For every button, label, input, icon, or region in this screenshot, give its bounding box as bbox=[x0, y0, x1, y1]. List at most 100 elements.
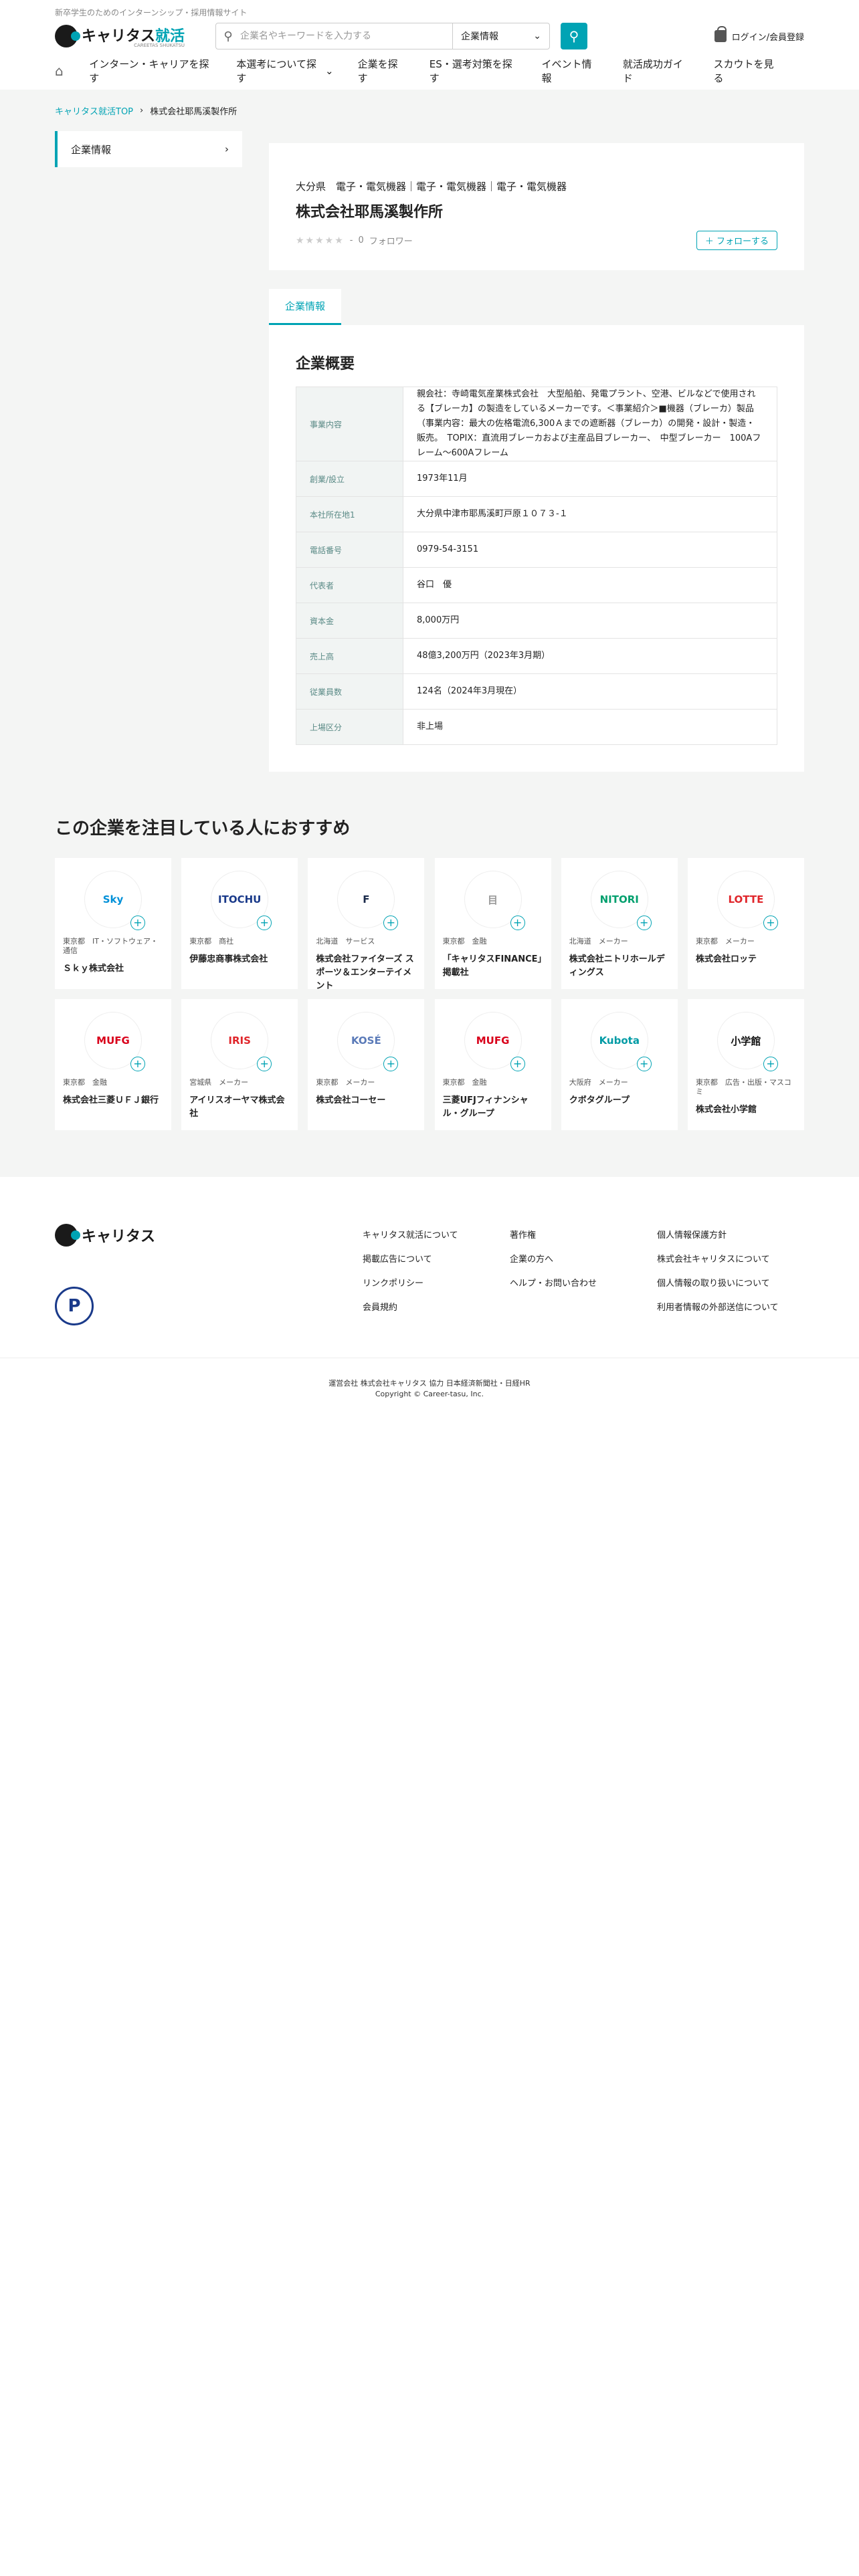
company-name: 株式会社小学館 bbox=[695, 1105, 757, 1115]
company-logo-text: KOSÉ bbox=[351, 1035, 381, 1047]
footer-link[interactable]: 個人情報保護方針 bbox=[657, 1224, 804, 1248]
company-logo-text: Kubota bbox=[599, 1035, 640, 1047]
home-icon[interactable]: ⌂ bbox=[55, 63, 89, 79]
table-row: 電話番号 0979-54-3151 bbox=[296, 532, 777, 568]
company-logo-text: F bbox=[363, 893, 370, 905]
table-row: 売上高 48億3,200万円（2023年3月期） bbox=[296, 638, 777, 674]
company-card[interactable]: ITOCHU + 東京都 商社 伊藤忠商事株式会社 bbox=[181, 858, 298, 989]
company-logo: 小学館 + bbox=[717, 1012, 778, 1071]
tab-company-info[interactable]: 企業情報 bbox=[269, 289, 342, 325]
company-logo: LOTTE + bbox=[717, 871, 778, 930]
search-button[interactable]: ⚲ bbox=[561, 23, 587, 49]
plus-icon[interactable]: + bbox=[636, 1057, 652, 1071]
company-logo-text: MUFG bbox=[96, 1035, 130, 1047]
search-type-select[interactable]: 企業情報 ⌄ bbox=[452, 23, 549, 49]
privacy-mark-icon: P bbox=[55, 1287, 94, 1325]
site-footer: キャリタス P キャリタス就活について 掲載広告について リンクポリシー 会員規… bbox=[0, 1177, 859, 1400]
recommend-cards: Sky + 東京都 IT・ソフトウェア・通信 Ｓｋｙ株式会社 ITOCHU + 東京都 商社… bbox=[55, 858, 804, 1130]
company-name: クボタグループ bbox=[569, 1095, 630, 1105]
nav-item-selection[interactable]: 本選考について探す ⌄ bbox=[236, 57, 333, 85]
company-logo: NITORI + bbox=[591, 871, 652, 930]
follow-button[interactable]: ＋ フォローする bbox=[696, 231, 777, 250]
plus-icon[interactable]: + bbox=[383, 1057, 399, 1071]
company-meta: 東京都 広告・出版・マスコミ bbox=[695, 1078, 791, 1096]
company-meta: 大阪府 メーカー bbox=[569, 1078, 628, 1087]
global-nav: ⌂ インターン・キャリアを探す 本選考について探す ⌄ 企業を探す ES・選考対策… bbox=[55, 52, 804, 90]
logo-mark-icon bbox=[55, 1224, 80, 1247]
company-card[interactable]: MUFG + 東京都 金融 三菱UFJフィナンシャル・グループ bbox=[434, 999, 551, 1130]
footer-link[interactable]: リンクポリシー bbox=[363, 1272, 510, 1296]
company-card[interactable]: KOSÉ + 東京都 メーカー株式会社コーセー bbox=[308, 999, 425, 1130]
company-header-card: 大分県 電子・電気機器｜電子・電気機器｜電子・電気機器 株式会社耶馬溪製作所 ★… bbox=[269, 143, 804, 270]
plus-icon[interactable]: + bbox=[257, 916, 272, 930]
company-name: 株式会社コーセー bbox=[316, 1095, 386, 1105]
plus-icon[interactable]: + bbox=[763, 1057, 778, 1071]
footer-bottom: 運営会社 株式会社キャリタス 協力 日本経済新聞社・日経HR Copyright… bbox=[0, 1358, 859, 1400]
company-name: アイリスオーヤマ株式会社 bbox=[189, 1095, 285, 1119]
footer-link[interactable]: 利用者情報の外部送信について bbox=[657, 1296, 804, 1320]
table-row: 事業内容 親会社：寺崎電気産業株式会社 大型船舶、発電プラント、空港、ビルなどで使… bbox=[296, 387, 777, 461]
plus-icon[interactable]: + bbox=[763, 916, 778, 930]
company-card[interactable]: Sky + 東京都 IT・ソフトウェア・通信 Ｓｋｙ株式会社 bbox=[55, 858, 171, 989]
company-logo: MUFG + bbox=[85, 1012, 145, 1071]
sidebar-item-company-info[interactable]: 企業情報 › bbox=[55, 131, 242, 167]
chevron-down-icon: ⌄ bbox=[325, 65, 334, 77]
site-logo[interactable]: キャリタス就活 CAREETAS SHUKATSU bbox=[55, 24, 202, 48]
login-link[interactable]: ログイン/会員登録 bbox=[714, 26, 804, 43]
nav-item-companies[interactable]: 企業を探す bbox=[358, 57, 405, 85]
company-card[interactable]: Kubota + 大阪府 メーカー クボタグループ bbox=[561, 999, 678, 1130]
search-icon: ⚲ bbox=[223, 29, 233, 43]
search-input[interactable] bbox=[240, 31, 452, 41]
operator-text: 運営会社 株式会社キャリタス 協力 日本経済新聞社・日経HR bbox=[328, 1379, 531, 1388]
footer-link[interactable]: 株式会社キャリタスについて bbox=[657, 1248, 804, 1272]
footer-link[interactable]: 個人情報の取り扱いについて bbox=[657, 1272, 804, 1296]
chevron-right-icon: › bbox=[225, 143, 229, 155]
footer-link[interactable]: 会員規約 bbox=[363, 1296, 510, 1320]
company-meta: 宮城県 メーカー bbox=[189, 1078, 249, 1087]
plus-icon[interactable]: + bbox=[257, 1057, 272, 1071]
footer-link[interactable]: ヘルプ・お問い合わせ bbox=[510, 1272, 657, 1296]
table-row: 従業員数 124名（2024年3月現在） bbox=[296, 673, 777, 710]
company-meta: 東京都 金融 bbox=[63, 1078, 107, 1087]
chevron-down-icon: ⌄ bbox=[533, 31, 541, 41]
footer-link[interactable]: 掲載広告について bbox=[363, 1248, 510, 1272]
company-logo-text: NITORI bbox=[599, 893, 639, 905]
company-card[interactable]: 小学館 + 東京都 広告・出版・マスコミ株式会社小学館 bbox=[687, 999, 804, 1130]
table-row: 代表者 谷口 優 bbox=[296, 567, 777, 603]
footer-link[interactable]: 著作権 bbox=[510, 1224, 657, 1248]
company-card[interactable]: F + 北海道 サービス 株式会社ファイターズ スポーツ＆エンターテイメント bbox=[308, 858, 425, 991]
footer-link[interactable]: 企業の方へ bbox=[510, 1248, 657, 1272]
nav-item-es[interactable]: ES・選考対策を探す bbox=[430, 57, 518, 85]
company-meta: 東京都 メーカー bbox=[695, 937, 755, 946]
logo-mark-icon bbox=[55, 25, 80, 47]
company-card[interactable]: MUFG + 東京都 金融 株式会社三菱ＵＦＪ銀行 bbox=[55, 999, 171, 1130]
footer-col-2: 著作権 企業の方へ ヘルプ・お問い合わせ bbox=[510, 1224, 657, 1325]
footer-logo[interactable]: キャリタス bbox=[55, 1224, 202, 1247]
recommend-title: この企業を注目している人におすすめ bbox=[55, 819, 351, 839]
company-card[interactable]: NITORI + 北海道 メーカー 株式会社ニトリホールディングス bbox=[561, 858, 678, 989]
company-category: 大分県 電子・電気機器｜電子・電気機器｜電子・電気機器 bbox=[296, 181, 567, 193]
company-logo: KOSÉ + bbox=[338, 1012, 399, 1071]
plus-icon[interactable]: + bbox=[383, 916, 399, 930]
plus-icon[interactable]: + bbox=[130, 916, 145, 930]
company-name: 「キャリタスFINANCE」掲載社 bbox=[442, 954, 543, 978]
company-name: 株式会社ロッテ bbox=[695, 954, 757, 964]
company-meta: 東京都 メーカー bbox=[316, 1078, 375, 1087]
company-meta: 東京都 金融 bbox=[442, 937, 487, 946]
nav-item-guide[interactable]: 就活成功ガイド bbox=[623, 57, 690, 85]
company-card[interactable]: IRIS + 宮城県 メーカー アイリスオーヤマ株式会社 bbox=[181, 999, 298, 1130]
company-card[interactable]: 目 + 東京都 金融 「キャリタスFINANCE」掲載社 bbox=[434, 858, 551, 989]
plus-icon[interactable]: + bbox=[510, 916, 525, 930]
nav-item-events[interactable]: イベント情報 bbox=[542, 57, 599, 85]
plus-icon[interactable]: + bbox=[130, 1057, 145, 1071]
plus-icon[interactable]: + bbox=[510, 1057, 525, 1071]
plus-icon[interactable]: + bbox=[636, 916, 652, 930]
breadcrumb-top-link[interactable]: キャリタス就活TOP bbox=[55, 104, 133, 117]
company-name: 株式会社耶馬溪製作所 bbox=[296, 204, 444, 221]
table-row: 創業/設立 1973年11月 bbox=[296, 461, 777, 497]
nav-item-intern[interactable]: インターン・キャリアを探す bbox=[89, 57, 212, 85]
nav-item-scout[interactable]: スカウトを見る bbox=[713, 57, 780, 85]
company-card[interactable]: LOTTE + 東京都 メーカー 株式会社ロッテ bbox=[687, 858, 804, 989]
follower-count: 0 bbox=[358, 235, 364, 245]
footer-link[interactable]: キャリタス就活について bbox=[363, 1224, 510, 1248]
